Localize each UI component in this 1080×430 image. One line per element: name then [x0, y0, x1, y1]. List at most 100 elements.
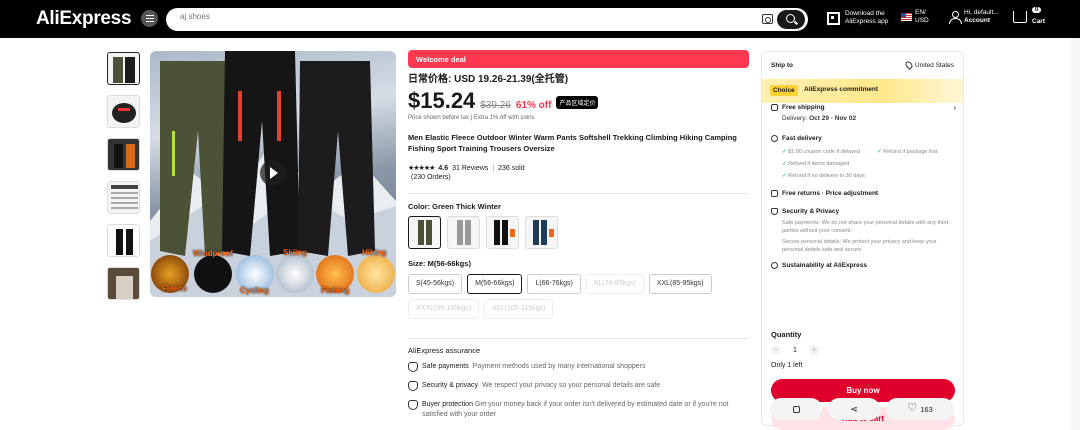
app-line-2: AliExpress app: [845, 18, 889, 25]
size-option-xxl[interactable]: XXL(85-95kgs): [648, 274, 712, 294]
security-note-details: Secure personal details: We protect your…: [782, 239, 937, 253]
size-label: Size: M(56-66kgs): [408, 259, 471, 268]
size-option-s[interactable]: S(45-56kgs): [408, 274, 463, 294]
wishlist-count: 163: [920, 404, 933, 414]
feature-label-cycling: Cycling: [240, 286, 269, 295]
search-button[interactable]: [777, 10, 805, 29]
user-icon: [949, 11, 962, 24]
thumbnail-5[interactable]: [107, 224, 140, 257]
rating-row[interactable]: ★★★★★ 4.6 31 Reviews | 236 sold: [408, 164, 525, 173]
thumbnail-3[interactable]: [107, 138, 140, 171]
size-option-xl[interactable]: XL(76-85kgs): [585, 274, 644, 294]
download-app-link[interactable]: Download the AliExpress app: [827, 10, 888, 26]
language-currency-selector[interactable]: EN/ USD: [901, 9, 929, 25]
thumbnail-2[interactable]: [107, 95, 140, 128]
tax-note: Price shown before tax | Extra 1% off wi…: [408, 115, 535, 121]
assurance-label: Security & privacy: [422, 382, 479, 389]
delivery-estimate: Delivery: Oct 29 - Nov 02: [782, 115, 856, 122]
free-returns-label: Free returns · Price adjustment: [782, 190, 879, 197]
delivery-dates: Oct 29 - Nov 02: [809, 115, 857, 122]
feature-label-hiking: Hiking: [362, 248, 387, 257]
sustainability-row[interactable]: Sustainability at AliExpress: [771, 262, 867, 269]
commitment-label: AliExpress commitment: [804, 86, 879, 93]
search-bar: [166, 8, 808, 31]
check-refund-no-delivery: Refund if no delivery in 30 days: [782, 173, 865, 179]
size-option-xxxl[interactable]: XXXL(95-105kgs): [408, 299, 480, 319]
scrollbar[interactable]: [1071, 38, 1080, 430]
quantity-stepper: − 1 +: [771, 345, 819, 355]
sold-count: 236 sold: [498, 164, 525, 172]
skiing-feature-image: [276, 255, 314, 293]
aliexpress-logo[interactable]: AliExpress: [36, 8, 132, 30]
share-button[interactable]: ⋖: [828, 398, 880, 420]
decrease-quantity-button[interactable]: −: [771, 345, 781, 355]
star-rating-icon: ★★★★★: [408, 165, 435, 172]
feature-label-skiing: Skiing: [283, 248, 308, 257]
free-shipping-row[interactable]: Free shipping ›: [771, 103, 956, 112]
check-coupon-delayed: $1.00 coupon code if delayed: [782, 149, 860, 155]
assurance-buyer-protection: Buyer protection Get your money back if …: [408, 400, 748, 420]
purchase-panel: Ship to United States Choice AliExpress …: [761, 51, 964, 430]
security-label: Security & Privacy: [782, 208, 840, 215]
quantity-label: Quantity: [771, 330, 802, 339]
size-option-l[interactable]: L(66-76kgs): [527, 274, 581, 294]
wishlist-button[interactable]: 163: [886, 398, 954, 420]
size-options: S(45-56kgs) M(56-66kgs) L(66-76kgs) XL(7…: [408, 274, 753, 319]
camera-icon[interactable]: [762, 14, 773, 24]
delivery-prefix: Delivery:: [782, 115, 808, 122]
free-returns-row: Free returns · Price adjustment: [771, 190, 878, 197]
increase-quantity-button[interactable]: +: [808, 345, 819, 355]
size-option-4xl[interactable]: 4XL(105-115kgs): [484, 299, 554, 319]
shield-icon: [771, 208, 778, 215]
security-privacy-row: Security & Privacy: [771, 208, 839, 215]
thumbnail-6[interactable]: [107, 267, 140, 300]
regional-pricing-tag: 产品区域定价: [556, 96, 599, 109]
top-navigation-bar: AliExpress Download the AliExpress app E…: [0, 0, 1080, 38]
menu-icon[interactable]: [141, 10, 158, 27]
ship-location-selector[interactable]: United States: [904, 60, 954, 70]
color-label: Color: Green Thick Winter: [408, 202, 501, 211]
cart-button[interactable]: 0 Cart: [1013, 7, 1045, 25]
assurance-desc: Payment methods used by many internation…: [472, 363, 646, 370]
feature-label-windproof: Windproof: [193, 249, 233, 258]
cart-label: Cart: [1032, 18, 1046, 25]
stock-left: Only 1 left: [771, 362, 803, 369]
quantity-value[interactable]: 1: [793, 347, 797, 354]
welcome-deal-banner: Welcome deal: [408, 50, 749, 68]
main-product-image[interactable]: Windproof Skiing Hiking Fleece Cycling F…: [150, 51, 396, 297]
free-shipping-label: Free shipping: [782, 104, 825, 111]
security-note-payments: Safe payments: We do not share your pers…: [782, 220, 949, 234]
return-icon: [771, 190, 778, 197]
reviews-link[interactable]: 31 Reviews: [452, 165, 488, 172]
choice-badge: Choice: [770, 85, 798, 96]
assurance-label: Safe payments: [422, 363, 469, 370]
check-refund-damaged: Refund if items damaged: [782, 161, 849, 167]
choice-commitment-banner: Choice AliExpress commitment: [762, 79, 963, 103]
color-swatch-green[interactable]: [408, 216, 441, 249]
cart-icon: [1013, 11, 1027, 23]
location-pin-icon: [904, 60, 914, 70]
currency-label: USD: [915, 17, 929, 24]
heart-icon: [907, 401, 917, 414]
share-icon: ⋖: [850, 403, 858, 414]
color-swatch-grey[interactable]: [447, 216, 480, 249]
thumbnail-1[interactable]: [107, 52, 140, 85]
hiking-feature-image: [357, 255, 395, 293]
sustainability-label: Sustainability at AliExpress: [782, 262, 868, 269]
thumbnail-4[interactable]: [107, 181, 140, 214]
color-swatch-blue[interactable]: [525, 216, 558, 249]
original-price: $39.26: [480, 100, 511, 111]
search-input[interactable]: [180, 12, 740, 21]
product-title: Men Elastic Fleece Outdoor Winter Warm P…: [408, 133, 737, 153]
product-page: Windproof Skiing Hiking Fleece Cycling F…: [0, 38, 1080, 430]
fast-delivery-row: Fast delivery: [771, 135, 822, 142]
us-flag-icon: [901, 13, 912, 21]
qr-code-icon: [827, 11, 840, 25]
play-video-icon[interactable]: [260, 160, 286, 186]
store-button[interactable]: [770, 398, 822, 420]
color-swatch-black[interactable]: [486, 216, 519, 249]
size-option-m[interactable]: M(56-66kgs): [467, 274, 523, 294]
truck-icon: [771, 104, 778, 111]
feature-label-fishing: Fishing: [321, 286, 350, 295]
account-menu[interactable]: Hi, default... Account: [949, 9, 999, 25]
